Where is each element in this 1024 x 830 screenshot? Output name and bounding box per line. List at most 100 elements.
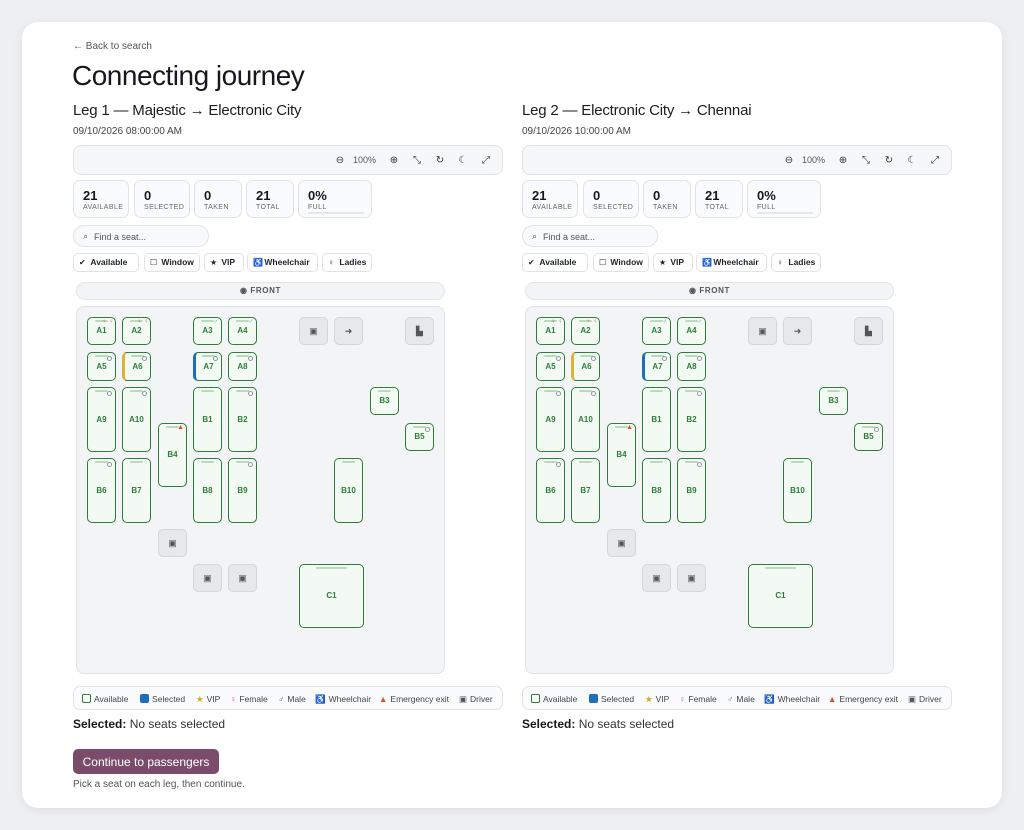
zoom-out-icon[interactable]: ⊖ — [782, 154, 796, 168]
seat-a5[interactable]: A5 — [87, 352, 116, 381]
filter-window-chip[interactable]: ☐ Window — [593, 253, 649, 272]
dark-mode-icon[interactable]: ☾ — [905, 154, 919, 168]
window-icon — [248, 462, 253, 467]
seat-c1[interactable]: C1 — [748, 564, 813, 628]
back-to-search-link[interactable]: ← Back to search — [73, 41, 152, 52]
refresh-icon[interactable]: ↻ — [882, 154, 896, 168]
seat-b6[interactable]: B6 — [536, 458, 565, 523]
filter-available-chip[interactable]: ✔ Available — [522, 253, 588, 272]
seat-b3[interactable]: B3 — [819, 387, 848, 415]
seat-a3[interactable]: ♂ A3 — [642, 317, 671, 345]
front-icon: ◉ — [240, 286, 248, 295]
seat-b6[interactable]: B6 — [87, 458, 116, 523]
legend-icon: ★ — [645, 694, 653, 704]
filter-wheelchair-chip[interactable]: ♿ Wheelchair — [696, 253, 767, 272]
filter-ladies-chip[interactable]: ♀ Ladies — [771, 253, 821, 272]
seat-label: B4 — [167, 450, 178, 459]
seat-a5[interactable]: A5 — [536, 352, 565, 381]
stat-selected-value: 0 — [593, 188, 601, 203]
legend-icon: ★ — [196, 694, 204, 704]
seat-b2[interactable]: B2 — [677, 387, 706, 452]
seat-search-input[interactable] — [543, 229, 653, 244]
front-label: FRONT — [250, 286, 281, 295]
stat-full: 0% FULL — [298, 180, 372, 218]
stat-total: 21 TOTAL — [246, 180, 294, 218]
legend-selected: Selected — [140, 694, 185, 704]
leg-datetime: 09/10/2026 10:00:00 AM — [522, 126, 631, 137]
seat-b4[interactable]: ▲ B4 — [158, 423, 187, 487]
legend-icon: ▲ — [828, 694, 837, 704]
seat-a8[interactable]: A8 — [677, 352, 706, 381]
seat-b8[interactable]: B8 — [193, 458, 222, 523]
seat-a1[interactable]: ♀ ♀ A1 — [536, 317, 565, 345]
filter-window-chip[interactable]: ☐ Window — [144, 253, 200, 272]
seat-a7[interactable]: A7 — [642, 352, 671, 381]
seat-a9[interactable]: A9 — [87, 387, 116, 452]
seat-a2[interactable]: ♀ ♀ A2 — [571, 317, 600, 345]
seat-search-input[interactable] — [94, 229, 204, 244]
filter-label: Ladies — [788, 257, 816, 267]
seat-b1[interactable]: B1 — [642, 387, 671, 452]
seat-a10[interactable]: A10 — [571, 387, 600, 452]
compress-icon[interactable]: ⤡ — [859, 154, 873, 168]
filter-available-chip[interactable]: ✔ Available — [73, 253, 139, 272]
search-icon: ⌕ — [532, 231, 538, 241]
page-title: Connecting journey — [72, 60, 305, 91]
continue-to-passengers-button[interactable]: Continue to passengers — [73, 749, 219, 774]
seat-a10[interactable]: A10 — [122, 387, 151, 452]
exit-door-icon: ➜ — [334, 317, 363, 345]
seat-b9[interactable]: B9 — [228, 458, 257, 523]
seat-b8[interactable]: B8 — [642, 458, 671, 523]
zoom-in-icon[interactable]: ⊕ — [836, 154, 850, 168]
seat-b7[interactable]: B7 — [122, 458, 151, 523]
fullscreen-icon[interactable]: ⤢ — [928, 154, 942, 168]
seat-b5[interactable]: B5 — [405, 423, 434, 451]
filter-wheelchair-chip[interactable]: ♿ Wheelchair — [247, 253, 318, 272]
legend-label: Male — [736, 694, 755, 704]
legend-wheelchair: ♿ Wheelchair — [315, 694, 371, 705]
fullscreen-icon[interactable]: ⤢ — [479, 154, 493, 168]
seat-b4[interactable]: ▲ B4 — [607, 423, 636, 487]
seat-b1[interactable]: B1 — [193, 387, 222, 452]
zoom-in-icon[interactable]: ⊕ — [387, 154, 401, 168]
compress-icon[interactable]: ⤡ — [410, 154, 424, 168]
seat-b3[interactable]: B3 — [370, 387, 399, 415]
seat-headrest — [315, 567, 348, 569]
refresh-icon[interactable]: ↻ — [433, 154, 447, 168]
window-icon — [591, 391, 596, 396]
legend-swatch — [531, 694, 540, 703]
seat-b10[interactable]: B10 — [783, 458, 812, 523]
seat-label: B1 — [202, 414, 213, 424]
seat-b2[interactable]: B2 — [228, 387, 257, 452]
seat-label: A4 — [237, 326, 248, 335]
seat-a1[interactable]: ♀ ♀ A1 — [87, 317, 116, 345]
seat-b10[interactable]: B10 — [334, 458, 363, 523]
dark-mode-icon[interactable]: ☾ — [456, 154, 470, 168]
seat-b9[interactable]: B9 — [677, 458, 706, 523]
seat-a6[interactable]: A6 — [122, 352, 151, 381]
seat-c1[interactable]: C1 — [299, 564, 364, 628]
seat-a9[interactable]: A9 — [536, 387, 565, 452]
filter-vip-chip[interactable]: ★ VIP — [204, 253, 244, 272]
filter-ladies-chip[interactable]: ♀ Ladies — [322, 253, 372, 272]
filter-vip-chip[interactable]: ★ VIP — [653, 253, 693, 272]
seat-a2[interactable]: ♀ ♀ A2 — [122, 317, 151, 345]
zoom-out-icon[interactable]: ⊖ — [333, 154, 347, 168]
wheelchair-icon: ♿ — [702, 258, 712, 267]
seat-a3[interactable]: ♂ A3 — [193, 317, 222, 345]
seat-a7[interactable]: A7 — [193, 352, 222, 381]
window-icon — [697, 391, 702, 396]
seat-a4[interactable]: ♂ A4 — [228, 317, 257, 345]
seat-a8[interactable]: A8 — [228, 352, 257, 381]
seat-a4[interactable]: ♂ A4 — [677, 317, 706, 345]
seat-a6[interactable]: A6 — [571, 352, 600, 381]
seat-label: B2 — [237, 414, 248, 424]
seat-label: A7 — [652, 361, 663, 371]
seat-label: A5 — [545, 361, 556, 371]
seat-label: A4 — [686, 326, 697, 335]
stat-full-label: FULL — [308, 204, 327, 211]
seat-b7[interactable]: B7 — [571, 458, 600, 523]
seat-b5[interactable]: B5 — [854, 423, 883, 451]
seat-label: B3 — [379, 396, 390, 405]
leg-2-panel: Leg 2 — Electronic City → Chennai 09/10/2… — [522, 102, 952, 731]
